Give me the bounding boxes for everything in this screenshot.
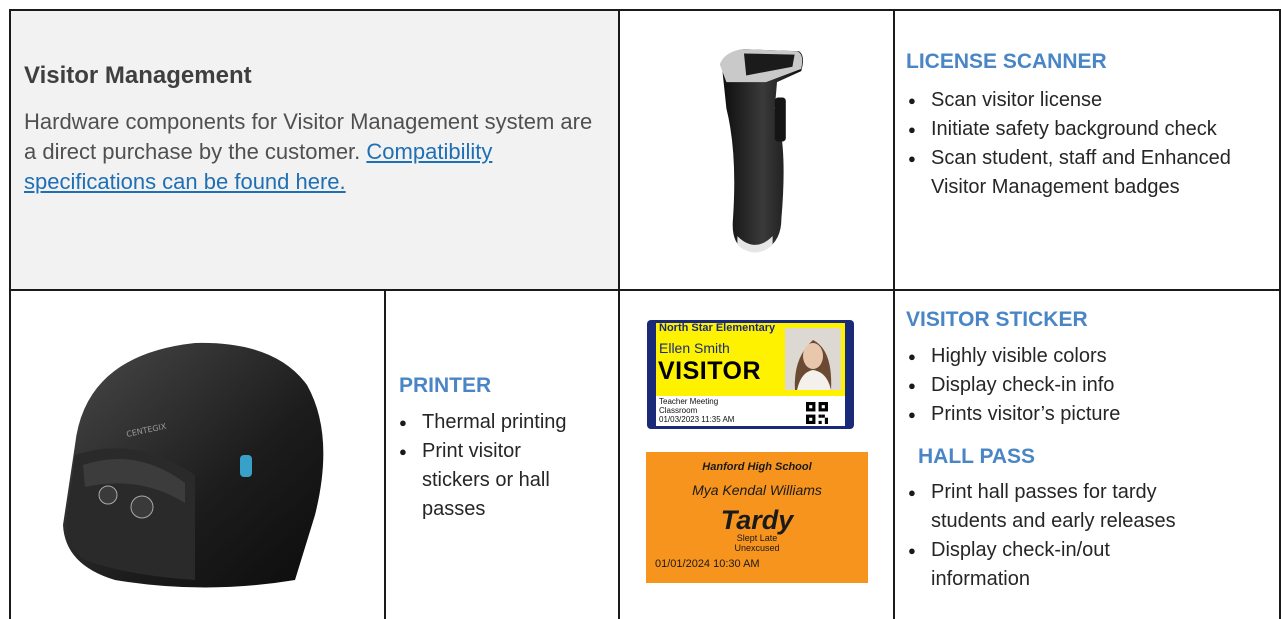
intro-description: Hardware components for Visitor Manageme… (24, 107, 594, 197)
list-item: Display check-in/out information (906, 536, 1171, 594)
table-border-left (9, 9, 11, 619)
pass-status: Unexcused (734, 543, 780, 553)
printer-bullets: Thermal printing Print visitor stickers … (397, 408, 607, 524)
visitor-sticker-heading: VISITOR STICKER (906, 308, 1088, 331)
hall-pass-sample: Hanford High School Mya Kendal Williams … (646, 452, 868, 583)
list-item: Display check-in info (906, 371, 1274, 400)
sticker-visitor-name: Ellen Smith (659, 340, 730, 356)
pass-datetime: 01/01/2024 10:30 AM (655, 558, 760, 570)
hall-pass-bullets: Print hall passes for tardy students and… (906, 478, 1206, 594)
sticker-school: North Star Elementary (659, 322, 776, 334)
sticker-visitor-word: VISITOR (658, 357, 762, 385)
page-title: Visitor Management (24, 62, 252, 89)
sticker-reason: Teacher Meeting (659, 397, 719, 406)
sticker-datetime: 01/03/2023 11:35 AM (659, 415, 735, 424)
license-scanner-heading: LICENSE SCANNER (906, 50, 1107, 73)
pass-student-name: Mya Kendal Williams (692, 482, 822, 498)
pass-type-word: Tardy (720, 505, 794, 535)
table-column-divider (384, 289, 386, 619)
list-item: Scan visitor license (906, 86, 1274, 115)
printer-heading: PRINTER (399, 374, 492, 397)
list-item: Thermal printing (397, 408, 607, 437)
intro-body-text: Hardware components for Visitor Manageme… (24, 109, 593, 164)
visitor-sticker-sample: North Star Elementary Ellen Smith VISITO… (647, 320, 854, 429)
intro-cell: Visitor Management Hardware components f… (10, 10, 618, 290)
table-column-divider (893, 9, 895, 619)
printer-image: CENTEGIX (63, 342, 324, 588)
list-item: Highly visible colors (906, 342, 1274, 371)
sticker-location: Classroom (659, 406, 698, 415)
table-row-divider (9, 289, 1281, 291)
list-item: Print hall passes for tardy students and… (906, 478, 1206, 536)
table-border-top (9, 9, 1281, 11)
license-scanner-bullets: Scan visitor license Initiate safety bac… (906, 86, 1274, 202)
pass-school: Hanford High School (702, 461, 812, 473)
list-item: Print visitor stickers or hall passes (397, 437, 572, 524)
list-item: Prints visitor’s picture (906, 400, 1274, 429)
list-item: Initiate safety background check (906, 115, 1274, 144)
list-item: Scan student, staff and Enhanced Visitor… (906, 144, 1251, 202)
hall-pass-heading: HALL PASS (918, 445, 1036, 468)
visitor-sticker-bullets: Highly visible colors Display check-in i… (906, 342, 1274, 429)
pass-reason: Slept Late (736, 533, 778, 543)
license-scanner-image (719, 49, 803, 253)
qr-code-icon (806, 402, 828, 424)
visitor-photo (785, 328, 841, 390)
table-column-divider (618, 9, 620, 619)
